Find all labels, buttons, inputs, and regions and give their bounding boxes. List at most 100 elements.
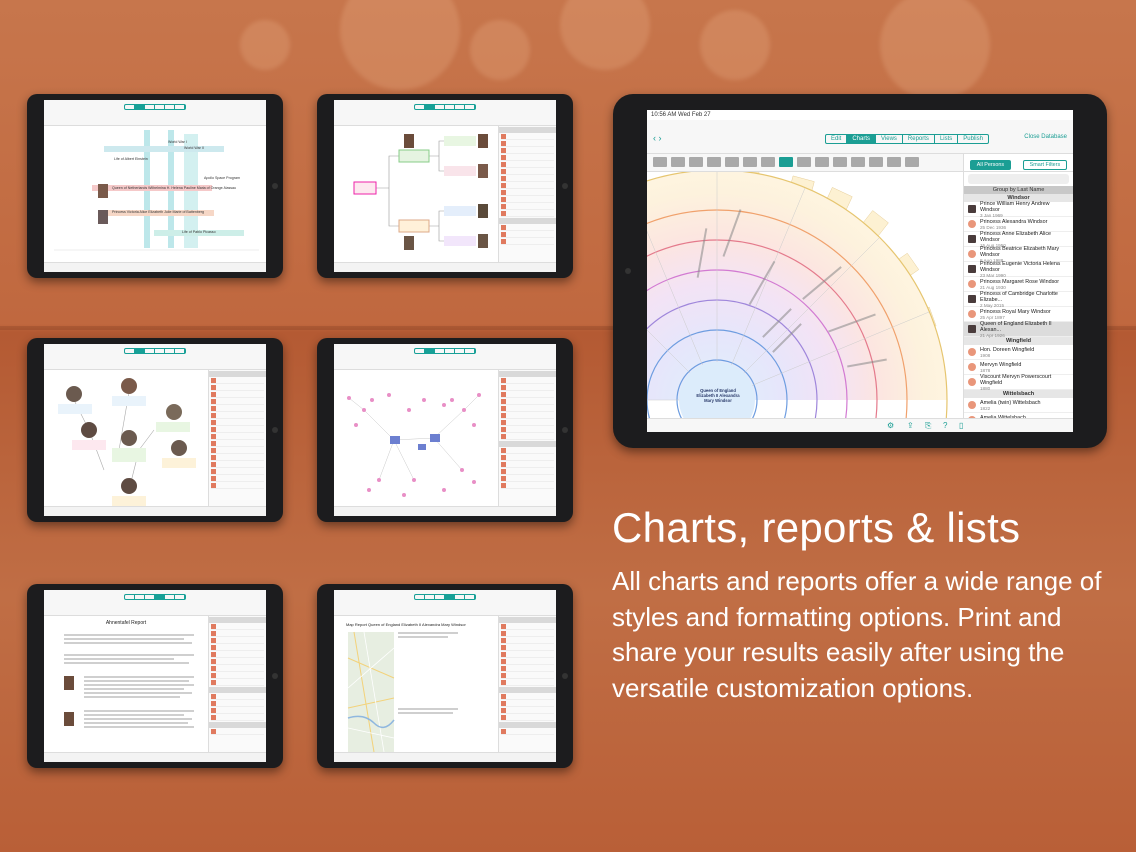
fan-chart: Queen of England Elizabeth II Alexandra …: [647, 172, 963, 418]
relationship-chart: [58, 378, 196, 506]
report-title: Ahnentafel Report: [105, 620, 147, 626]
toolbar: [44, 590, 266, 616]
map-screen: Map Report Queen of England Elizabeth II…: [334, 590, 556, 762]
genogram-icon[interactable]: [851, 157, 865, 167]
bottom-bar: [334, 506, 556, 516]
bokeh-light: [700, 10, 770, 80]
export-icon[interactable]: ⎘: [925, 421, 931, 431]
report-body: [64, 634, 194, 728]
person-row[interactable]: Princess of Cambridge Charlotte Elizabe.…: [964, 291, 1073, 308]
bokeh-light: [470, 20, 530, 80]
person-row[interactable]: Amelia (twin) Wittelsbach 1822: [964, 398, 1073, 413]
avatar: [968, 235, 976, 243]
report-screen: Ahnentafel Report: [44, 590, 266, 762]
group-by-header[interactable]: Group by Last Name: [964, 186, 1073, 194]
avatar: [968, 310, 976, 318]
descendant-icon[interactable]: [707, 157, 721, 167]
timeline-label-einstein: Life of Albert Einstein: [114, 157, 148, 161]
hourglass-icon[interactable]: [725, 157, 739, 167]
filter-smart-filters[interactable]: Smart Filters: [1022, 159, 1068, 170]
ipad-ahnentafel-report: Ahnentafel Report: [27, 584, 283, 768]
map-report-title: Map Report Queen of England Elizabeth II…: [346, 622, 466, 627]
person-row[interactable]: Princess Eugenie Victoria Helena Windsor…: [964, 260, 1073, 278]
share-icon[interactable]: ⇪: [907, 421, 914, 430]
distribution-icon[interactable]: [815, 157, 829, 167]
sunburst-icon[interactable]: [905, 157, 919, 167]
person-name: Princess Alexandra Windsor: [980, 218, 1048, 225]
help-icon[interactable]: ?: [943, 421, 947, 430]
toolbar: [334, 344, 556, 370]
toolbar: [334, 590, 556, 616]
person-name: Princess Margaret Rose Windsor: [980, 278, 1060, 285]
camera: [272, 673, 278, 679]
person-date: 21 Aug 1930: [980, 284, 1006, 290]
ipad-map-report: Map Report Queen of England Elizabeth II…: [317, 584, 573, 768]
bokeh-light: [560, 0, 650, 70]
tab-edit[interactable]: Edit: [826, 135, 848, 143]
person-name: Princess Eugenie Victoria Helena Windsor: [980, 260, 1060, 273]
map-view: [347, 631, 458, 753]
ipad-relationship-chart: [27, 338, 283, 522]
family-icon[interactable]: [869, 157, 883, 167]
toolbar: [44, 344, 266, 370]
avatar: [968, 265, 976, 273]
person-row[interactable]: Hon. Doreen Wingfield 1908: [964, 345, 1073, 360]
person-row[interactable]: Queen of England Elizabeth II Alexan... 2…: [964, 321, 1073, 338]
statistics-icon[interactable]: [833, 157, 847, 167]
person-name: Amelia (twin) Wittelsbach: [980, 399, 1041, 406]
camera: [625, 268, 631, 274]
fan-chart-svg: [647, 172, 948, 418]
status-bar: 10:56 AM Wed Feb 27: [651, 112, 711, 118]
person-date: 1878: [980, 367, 991, 373]
settings-icon[interactable]: ⚙: [887, 421, 894, 430]
back-forward-buttons[interactable]: ‹ ›: [653, 133, 662, 143]
network-chart: [347, 393, 481, 497]
center-person-label: Queen of England Elizabeth II Alexandra …: [696, 388, 740, 403]
person-row[interactable]: Viscount Mervyn Powerscourt Wingfield 188…: [964, 374, 1073, 391]
timeline-screen: World War I World War II Life of Albert …: [44, 100, 266, 272]
relationship-icon[interactable]: [761, 157, 775, 167]
person-row[interactable]: Prince William Henry Andrew Windsor 3 Jan…: [964, 200, 1073, 218]
double-ancestor-icon[interactable]: [743, 157, 757, 167]
ipad-tree-chart: [317, 94, 573, 278]
tab-publish[interactable]: Publish: [958, 135, 988, 143]
network-screen: [334, 344, 556, 516]
main-tabs: Edit Charts Views Reports Lists Publish: [825, 134, 989, 144]
filter-all-persons[interactable]: All Persons: [969, 159, 1012, 170]
bottom-bar: [334, 262, 556, 272]
headline: Charts, reports & lists: [612, 504, 1021, 551]
tab-charts[interactable]: Charts: [847, 135, 877, 143]
person-date: 25 Dec 1936: [980, 224, 1007, 230]
fan-chart-screen: 10:56 AM Wed Feb 27 ‹ › Edit Charts View…: [647, 110, 1073, 432]
avatar: [968, 220, 976, 228]
timeline-icon[interactable]: [797, 157, 811, 167]
bottom-bar: [334, 752, 556, 762]
sidebar-toggle-icon[interactable]: ▯: [959, 421, 963, 430]
persons-sidebar: [208, 370, 266, 506]
chart-type-bar: [647, 154, 963, 172]
person-date: 2 May 2015: [980, 302, 1005, 308]
persons-sidebar: [498, 370, 556, 506]
virtual-tree-icon[interactable]: [887, 157, 901, 167]
tree-icon[interactable]: [671, 157, 685, 167]
tab-lists[interactable]: Lists: [935, 135, 959, 143]
tab-views[interactable]: Views: [876, 135, 903, 143]
person-name: Princess Beatrice Elizabeth Mary Windsor: [980, 245, 1060, 258]
fan-chart-icon[interactable]: [779, 157, 793, 167]
person-date: 21 Apr 1926: [980, 332, 1005, 338]
tab-reports[interactable]: Reports: [903, 135, 935, 143]
person-name: Prince William Henry Andrew Windsor: [980, 200, 1050, 213]
overview-icon[interactable]: [653, 157, 667, 167]
bottom-bar: [44, 752, 266, 762]
avatar: [968, 250, 976, 258]
bottom-toolbar: ⚙ ⇪ ⎘ ? ▯: [647, 418, 1073, 432]
pedigree-icon[interactable]: [689, 157, 703, 167]
timeline-label-ww2: World War II: [184, 146, 204, 150]
tree-chart: [353, 134, 488, 250]
toolbar: [334, 100, 556, 126]
close-database-button[interactable]: Close Database: [1024, 134, 1067, 140]
search-input[interactable]: [968, 174, 1069, 184]
person-name: Princess Anne Elizabeth Alice Windsor: [980, 230, 1052, 243]
person-date: 1908: [980, 352, 991, 358]
camera: [272, 183, 278, 189]
